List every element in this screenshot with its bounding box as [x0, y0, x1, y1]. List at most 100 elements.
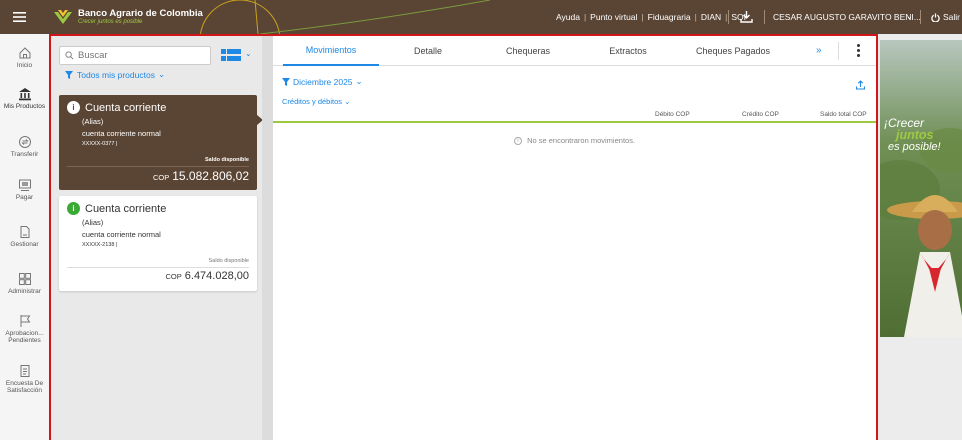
download-icon[interactable]: [740, 10, 753, 23]
sidebar-item-label: Aprobacion... Pendientes: [5, 330, 44, 345]
chevron-down-icon: ⌄: [355, 76, 363, 86]
link-punto-virtual[interactable]: Punto virtual: [590, 12, 637, 22]
filter-icon: [282, 77, 290, 86]
products-filter-label: Todos mis productos: [77, 69, 155, 80]
bank-icon: [18, 88, 31, 101]
chevron-down-icon: ⌄: [157, 69, 166, 79]
card-divider: [67, 166, 249, 167]
panel-gutter: [262, 36, 273, 440]
brand-name: Banco Agrario de Colombia: [78, 7, 203, 19]
search-icon: [65, 51, 74, 60]
menu-button[interactable]: [0, 12, 38, 22]
sidebar-item-pagar[interactable]: Pagar: [0, 178, 49, 201]
empty-state: i No se encontraron movimientos.: [273, 136, 876, 146]
tab-divider: [838, 42, 839, 60]
header-divider: [764, 10, 765, 24]
product-card[interactable]: i Cuenta corriente (Alias) cuenta corrie…: [59, 196, 257, 291]
sidebar-item-administrar[interactable]: Administrar: [0, 272, 49, 295]
link-dian[interactable]: DIAN: [701, 12, 721, 22]
export-icon[interactable]: [856, 80, 865, 90]
tab-bar: Movimientos Detalle Chequeras Extractos …: [273, 36, 876, 66]
link-fiduagraria[interactable]: Fiduagraria: [648, 12, 691, 22]
tab-cheques-pagados[interactable]: Cheques Pagados: [683, 36, 783, 66]
sidebar-item-transferir[interactable]: Transferir: [0, 135, 49, 158]
month-filter-label: Diciembre 2025: [293, 76, 353, 87]
movements-panel: Movimientos Detalle Chequeras Extractos …: [273, 36, 876, 440]
more-tabs-icon[interactable]: »: [816, 45, 822, 56]
pay-icon: [18, 179, 31, 191]
kebab-menu-icon[interactable]: [855, 44, 861, 58]
ad-banner[interactable]: ¡Crecer juntos es posible!: [880, 40, 962, 337]
banner-bottom-space: [880, 337, 962, 440]
type-filter-label: Créditos y débitos: [282, 97, 343, 106]
product-type: cuenta corriente normal: [82, 230, 161, 239]
balance-label: Saldo disponible: [204, 157, 249, 163]
tab-chequeras[interactable]: Chequeras: [493, 36, 563, 66]
sidebar-item-encuesta[interactable]: Encuesta De Satisfacción: [0, 364, 49, 395]
sidebar-item-gestionar[interactable]: Gestionar: [0, 225, 49, 248]
manage-icon: [20, 226, 29, 238]
product-type: cuenta corriente normal: [82, 129, 161, 138]
brand[interactable]: Banco Agrario de Colombia Crecer juntos …: [52, 8, 203, 26]
logout-label: Salir: [943, 12, 961, 22]
product-number: XXXXX-2138 |: [82, 242, 118, 248]
tab-detalle[interactable]: Detalle: [393, 36, 463, 66]
sidebar-item-aprobaciones[interactable]: Aprobacion... Pendientes: [0, 314, 49, 345]
sidebar-item-mis-productos[interactable]: Mis Productos: [0, 87, 49, 110]
product-number: XXXXX-0377 |: [82, 141, 118, 147]
sidebar-item-label: Transferir: [10, 151, 39, 158]
tab-movimientos[interactable]: Movimientos: [283, 36, 379, 66]
sidebar-item-label: Encuesta De Satisfacción: [5, 380, 44, 395]
product-title: Cuenta corriente: [85, 101, 167, 114]
top-links: Ayuda | Punto virtual | Fiduagraria | DI…: [556, 0, 746, 34]
user-name[interactable]: CESAR AUGUSTO GARAVITO BENI...: [773, 0, 921, 34]
sidebar-item-label: Mis Productos: [3, 103, 46, 110]
currency: COP: [165, 272, 182, 281]
brand-tagline: Crecer juntos es posible: [78, 19, 143, 26]
slogan-line-2: juntos: [896, 128, 934, 142]
amount-value: 15.082.806,02: [172, 169, 249, 183]
grid-icon: [18, 273, 31, 285]
top-bar: Banco Agrario de Colombia Crecer juntos …: [0, 0, 962, 34]
sidebar-item-label: Pagar: [15, 194, 34, 201]
power-icon: [931, 12, 940, 22]
chevron-down-icon[interactable]: ⌄: [245, 49, 252, 58]
search-box[interactable]: [59, 46, 211, 65]
link-ayuda[interactable]: Ayuda: [556, 12, 580, 22]
sidebar-item-label: Gestionar: [10, 241, 39, 248]
flag-icon: [20, 315, 30, 327]
home-icon: [19, 47, 30, 59]
products-panel: ⌄ Todos mis productos ⌄ i Cuenta corrien…: [51, 36, 263, 440]
column-header-saldo: Saldo total COP: [820, 111, 867, 118]
column-header-credito: Crédito COP: [742, 111, 779, 118]
product-alias: (Alias): [82, 218, 104, 227]
link-separator: |: [725, 12, 728, 22]
card-view-icon[interactable]: [221, 49, 241, 61]
banner-slogan: ¡Crecer juntos es posible!: [884, 117, 941, 153]
products-filter[interactable]: Todos mis productos ⌄: [65, 69, 165, 80]
left-sidebar: Inicio Mis Productos Transferir Pagar Ge…: [0, 34, 49, 440]
link-separator: |: [641, 12, 644, 22]
product-alias: (Alias): [82, 117, 104, 126]
chevron-down-icon[interactable]: ⌄: [906, 12, 913, 21]
sidebar-item-label: Administrar: [8, 288, 41, 295]
type-filter[interactable]: Créditos y débitos ⌄: [282, 97, 350, 106]
currency: COP: [152, 173, 170, 182]
link-separator: |: [694, 12, 697, 22]
farmer-photo: [880, 40, 962, 337]
empty-message: No se encontraron movimientos.: [527, 136, 636, 145]
search-input[interactable]: [78, 50, 208, 61]
balance-amount: COP 6.474.028,00: [166, 270, 250, 282]
filter-icon: [65, 70, 73, 79]
month-filter[interactable]: Diciembre 2025 ⌄: [282, 76, 363, 87]
tab-extractos[interactable]: Extractos: [593, 36, 663, 66]
sidebar-item-inicio[interactable]: Inicio: [0, 46, 49, 69]
info-icon: i: [67, 101, 80, 114]
chevron-down-icon: ⌄: [344, 97, 351, 106]
balance-amount: COP 15.082.806,02: [153, 169, 249, 183]
bank-logo-icon: [54, 10, 72, 24]
logout-button[interactable]: Salir: [931, 0, 960, 34]
product-card-selected[interactable]: i Cuenta corriente (Alias) cuenta corrie…: [59, 95, 263, 190]
table-header-rule: [273, 121, 876, 123]
hamburger-icon: [12, 12, 26, 22]
